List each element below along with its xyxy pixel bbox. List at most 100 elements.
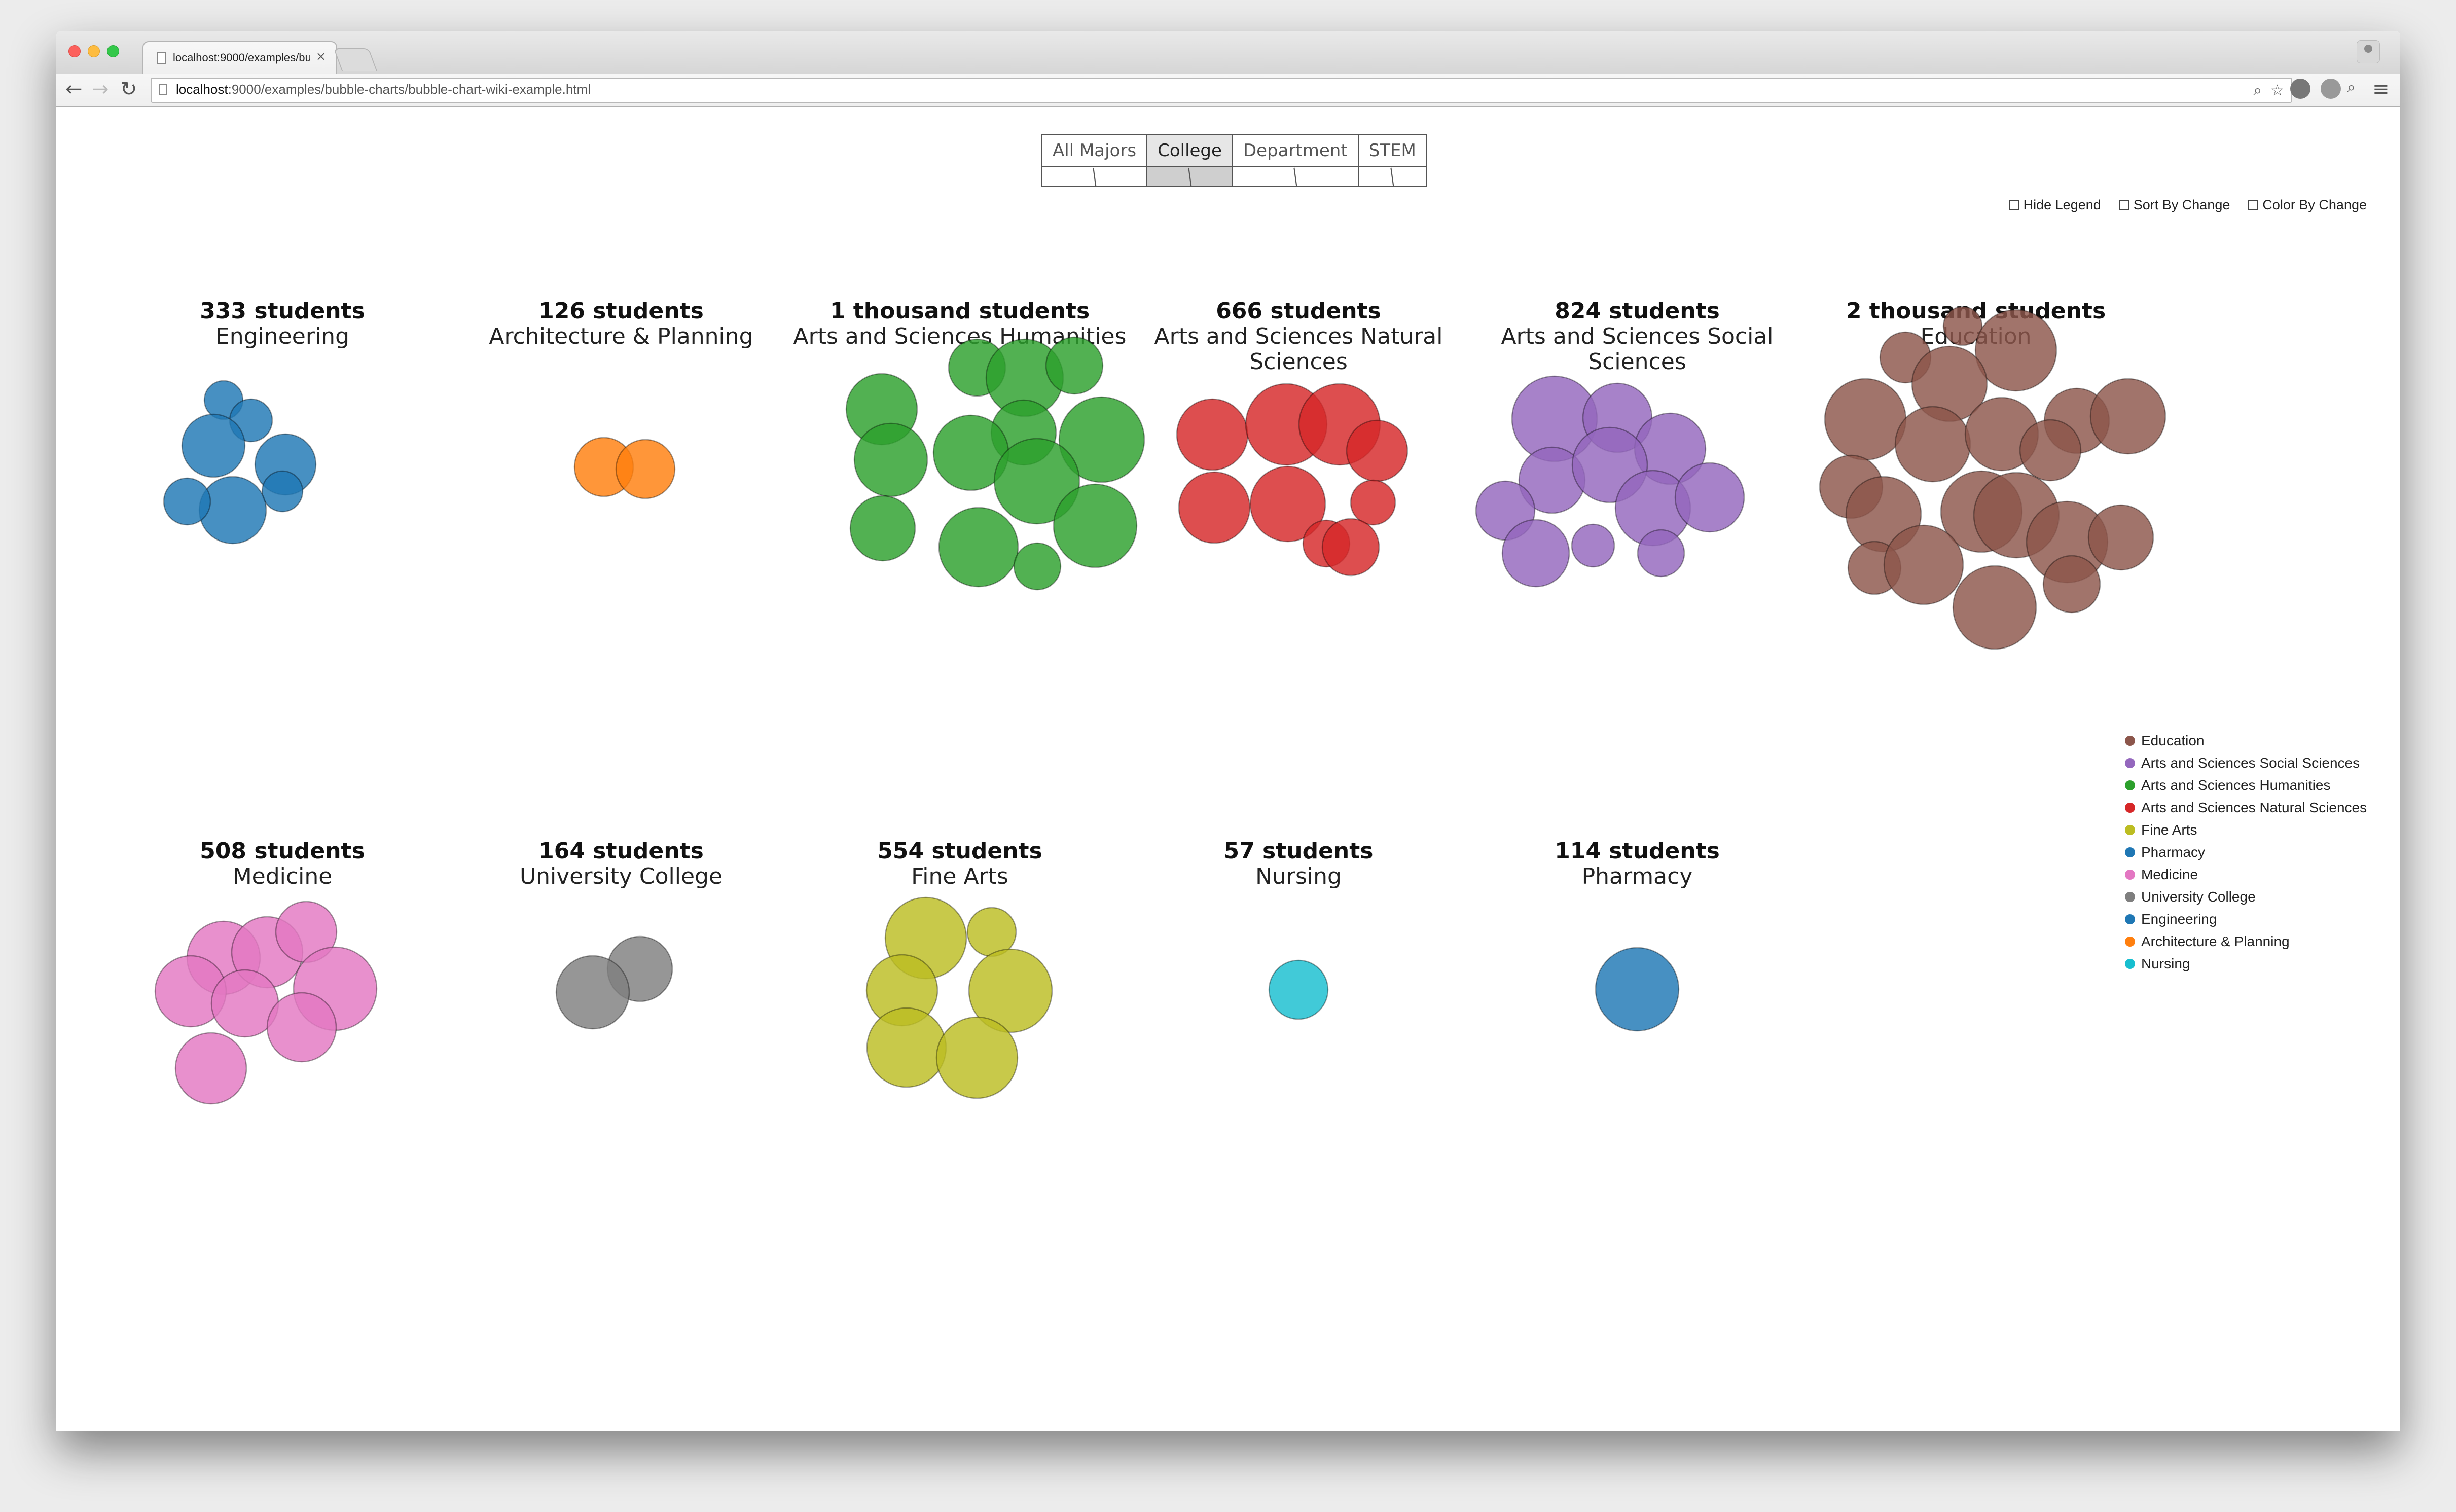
brush-icon[interactable]: ╱ <box>1147 167 1232 187</box>
bubble[interactable] <box>938 507 1019 588</box>
bubble[interactable] <box>2042 555 2101 614</box>
bubble[interactable] <box>1176 398 1249 471</box>
bubble-cluster <box>573 437 676 499</box>
extension-icon[interactable] <box>2290 79 2310 99</box>
legend-swatch <box>2125 892 2135 902</box>
bubble[interactable] <box>181 413 246 478</box>
bubble[interactable] <box>555 955 630 1030</box>
bubble[interactable] <box>935 1016 1019 1099</box>
bubble[interactable] <box>1321 518 1380 577</box>
legend-swatch <box>2125 803 2135 813</box>
page-content: All Majors ╱ College ╱ Department ╱ STEM ╱ Hide… <box>56 107 2400 1431</box>
bubble[interactable] <box>1637 529 1685 578</box>
forward-button[interactable]: → <box>92 77 109 102</box>
bubble-cluster <box>1176 383 1408 577</box>
legend-label: Medicine <box>2141 867 2198 882</box>
legend-swatch <box>2125 736 2135 746</box>
bubble[interactable] <box>1952 565 2037 650</box>
bubble[interactable] <box>866 1007 947 1088</box>
legend-label: Nursing <box>2141 956 2190 971</box>
legend-label: Arts and Sciences Humanities <box>2141 777 2331 793</box>
bubble[interactable] <box>1824 378 1907 461</box>
mode-button-all-majors[interactable]: All Majors ╱ <box>1042 135 1148 187</box>
bubble[interactable] <box>1974 309 2057 392</box>
new-tab-button[interactable] <box>333 48 378 71</box>
checkbox[interactable] <box>2119 200 2129 210</box>
bubble[interactable] <box>1883 524 1964 605</box>
mode-label: College <box>1147 135 1232 167</box>
legend-item: Arts and Sciences Humanities <box>2125 774 2367 797</box>
bubble[interactable] <box>261 470 304 513</box>
grouping-mode-selector: All Majors ╱ College ╱ Department ╱ STEM ╱ <box>1041 134 1427 187</box>
address-bar[interactable]: localhost:9000/examples/bubble-charts/bu… <box>151 78 2292 103</box>
mode-button-department[interactable]: Department ╱ <box>1233 135 1359 187</box>
bubble[interactable] <box>1674 462 1745 533</box>
bubble[interactable] <box>1268 959 1329 1020</box>
option-sort-by-change[interactable]: Sort By Change <box>2119 197 2230 213</box>
bubble-cluster <box>555 935 673 1030</box>
bubble[interactable] <box>2087 504 2154 571</box>
option-hide-legend[interactable]: Hide Legend <box>2009 197 2101 213</box>
url-text[interactable]: localhost:9000/examples/bubble-charts/bu… <box>176 82 591 97</box>
bubble[interactable] <box>1571 523 1615 568</box>
bubble[interactable] <box>849 495 916 562</box>
bubble[interactable] <box>1894 406 1971 483</box>
bubble[interactable] <box>853 422 928 497</box>
bubble[interactable] <box>1942 306 1983 346</box>
legend-item: Engineering <box>2125 908 2367 930</box>
page-icon <box>157 52 166 64</box>
legend-label: University College <box>2141 889 2256 905</box>
legend-swatch <box>2125 825 2135 835</box>
bubble-cluster <box>163 380 317 545</box>
bubble[interactable] <box>1595 947 1680 1032</box>
bubble[interactable] <box>2089 378 2166 455</box>
zoom-icon[interactable]: ⌕ <box>2253 82 2262 99</box>
bubble[interactable] <box>615 439 676 499</box>
profile-icon[interactable] <box>2357 40 2380 63</box>
brush-icon[interactable]: ╱ <box>1233 167 1358 187</box>
bubble[interactable] <box>1013 542 1062 591</box>
bubble[interactable] <box>2019 419 2082 482</box>
checkbox[interactable] <box>2009 200 2019 210</box>
close-window-button[interactable] <box>68 45 81 57</box>
option-color-by-change[interactable]: Color By Change <box>2248 197 2367 213</box>
menu-icon[interactable]: ≡ <box>2372 77 2390 102</box>
bubble-cluster <box>845 336 1145 591</box>
brush-icon[interactable]: ╱ <box>1359 167 1426 187</box>
bubble[interactable] <box>174 1032 247 1105</box>
mode-button-college[interactable]: College ╱ <box>1147 135 1233 187</box>
bubble[interactable] <box>1045 336 1104 395</box>
minimize-window-button[interactable] <box>88 45 100 57</box>
legend-swatch <box>2125 780 2135 790</box>
bubble[interactable] <box>163 477 211 526</box>
browser-tab[interactable]: localhost:9000/examples/bu × <box>142 41 337 75</box>
legend-item: Architecture & Planning <box>2125 930 2367 953</box>
bubble[interactable] <box>266 992 337 1063</box>
legend-label: Pharmacy <box>2141 844 2206 860</box>
bubble[interactable] <box>1346 419 1408 482</box>
maximize-window-button[interactable] <box>107 45 119 57</box>
bubble[interactable] <box>1178 471 1251 544</box>
legend-item: Arts and Sciences Natural Sciences <box>2125 797 2367 819</box>
group-university-college: 164 students University College <box>454 839 788 1030</box>
tab-bar: localhost:9000/examples/bu × <box>56 31 2400 75</box>
reload-button[interactable]: ↻ <box>120 77 137 102</box>
bookmark-star-icon[interactable]: ☆ <box>2270 82 2284 99</box>
brush-icon[interactable]: ╱ <box>1042 167 1146 187</box>
bubble[interactable] <box>1350 479 1396 526</box>
group-arts-and-sciences-social-sciences: 824 students Arts and Sciences Social Sci… <box>1470 299 1804 588</box>
adblock-icon[interactable] <box>2321 79 2341 99</box>
search-icon[interactable]: ⌕ <box>2347 79 2356 96</box>
legend-swatch <box>2125 914 2135 924</box>
back-button[interactable]: ← <box>65 77 83 102</box>
legend-item: Arts and Sciences Social Sciences <box>2125 752 2367 774</box>
mode-label: All Majors <box>1042 135 1147 167</box>
tab-close-icon[interactable]: × <box>316 49 326 63</box>
legend-swatch <box>2125 758 2135 768</box>
mode-button-stem[interactable]: STEM ╱ <box>1358 135 1426 187</box>
options-bar: Hide Legend Sort By Change Color By Change <box>2009 197 2367 213</box>
group-arts-and-sciences-natural-sciences: 666 students Arts and Sciences Natural Sc… <box>1131 299 1466 577</box>
bubble[interactable] <box>1053 483 1138 568</box>
checkbox[interactable] <box>2248 200 2259 210</box>
bubble[interactable] <box>1501 519 1570 588</box>
